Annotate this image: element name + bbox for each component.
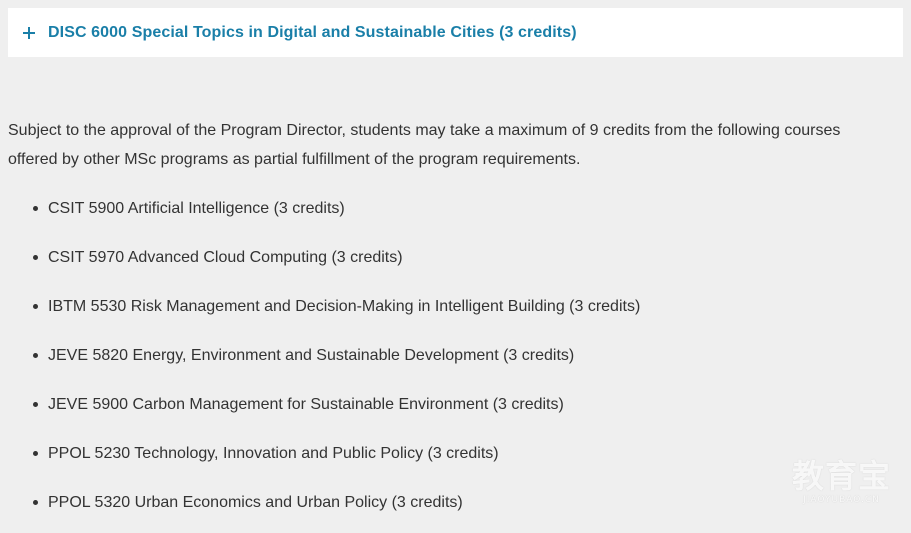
bullet-icon bbox=[33, 304, 38, 309]
plus-icon[interactable] bbox=[22, 26, 36, 40]
bullet-icon bbox=[33, 451, 38, 456]
bullet-icon bbox=[33, 500, 38, 505]
course-list: CSIT 5900 Artificial Intelligence (3 cre… bbox=[8, 185, 888, 528]
list-item: IBTM 5530 Risk Management and Decision-M… bbox=[8, 283, 888, 332]
watermark-logo: 教育宝 JIAOYUBAO.CN bbox=[792, 458, 891, 506]
intro-paragraph: Subject to the approval of the Program D… bbox=[8, 122, 841, 168]
course-label: CSIT 5900 Artificial Intelligence (3 cre… bbox=[48, 200, 345, 217]
list-item: JEVE 5820 Energy, Environment and Sustai… bbox=[8, 332, 888, 381]
accordion-title[interactable]: DISC 6000 Special Topics in Digital and … bbox=[48, 24, 577, 42]
watermark-sub-text: JIAOYUBAO.CN bbox=[803, 495, 880, 505]
course-label: JEVE 5900 Carbon Management for Sustaina… bbox=[48, 396, 564, 413]
accordion-header-disc-6000[interactable]: DISC 6000 Special Topics in Digital and … bbox=[8, 8, 903, 57]
course-label: PPOL 5230 Technology, Innovation and Pub… bbox=[48, 445, 499, 462]
list-item: CSIT 5970 Advanced Cloud Computing (3 cr… bbox=[8, 234, 888, 283]
list-item: CSIT 5900 Artificial Intelligence (3 cre… bbox=[8, 185, 888, 234]
bullet-icon bbox=[33, 402, 38, 407]
course-label: JEVE 5820 Energy, Environment and Sustai… bbox=[48, 347, 575, 364]
course-label: PPOL 5320 Urban Economics and Urban Poli… bbox=[48, 494, 463, 511]
bullet-icon bbox=[33, 255, 38, 260]
bullet-icon bbox=[33, 206, 38, 211]
course-label: IBTM 5530 Risk Management and Decision-M… bbox=[48, 298, 641, 315]
list-item: JEVE 5900 Carbon Management for Sustaina… bbox=[8, 381, 888, 430]
watermark-main-text: 教育宝 bbox=[791, 457, 891, 495]
bullet-icon bbox=[33, 353, 38, 358]
list-item: PPOL 5230 Technology, Innovation and Pub… bbox=[8, 430, 888, 479]
list-item: PPOL 5320 Urban Economics and Urban Poli… bbox=[8, 479, 888, 528]
course-label: CSIT 5970 Advanced Cloud Computing (3 cr… bbox=[48, 249, 403, 266]
